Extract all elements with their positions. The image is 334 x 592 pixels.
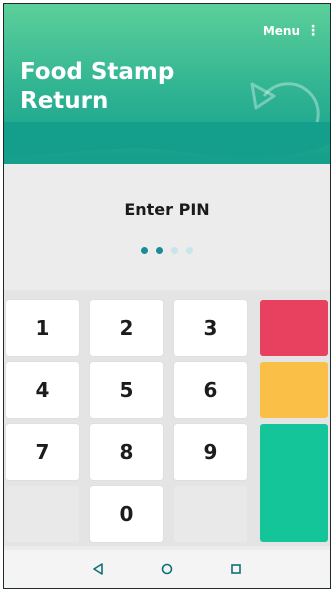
menu-button[interactable]: Menu ⋮ bbox=[263, 24, 320, 38]
title-line-1: Food Stamp bbox=[20, 59, 175, 85]
key-3[interactable]: 3 bbox=[174, 300, 247, 356]
pin-progress-dots bbox=[4, 247, 330, 254]
key-2[interactable]: 2 bbox=[90, 300, 163, 356]
back-triangle-icon[interactable] bbox=[88, 559, 108, 579]
header-wave bbox=[4, 122, 330, 158]
key-1[interactable]: 1 bbox=[6, 300, 79, 356]
pin-dot-3 bbox=[171, 247, 178, 254]
key-6[interactable]: 6 bbox=[174, 362, 247, 418]
page-title: Food Stamp Return bbox=[20, 58, 240, 116]
title-line-2: Return bbox=[20, 88, 109, 114]
key-7[interactable]: 7 bbox=[6, 424, 79, 480]
key-8[interactable]: 8 bbox=[90, 424, 163, 480]
recents-square-icon[interactable] bbox=[226, 559, 246, 579]
key-0[interactable]: 0 bbox=[90, 486, 163, 542]
pin-dot-1 bbox=[141, 247, 148, 254]
key-blank-right bbox=[174, 486, 247, 542]
android-nav-bar bbox=[4, 550, 330, 588]
enter-pin-label: Enter PIN bbox=[124, 200, 210, 219]
pin-dot-4 bbox=[186, 247, 193, 254]
clear-action-button[interactable] bbox=[260, 362, 328, 418]
cancel-action-button[interactable] bbox=[260, 300, 328, 356]
pin-dot-2 bbox=[156, 247, 163, 254]
phone-screen: Menu ⋮ Food Stamp Return Enter PIN 1 2 3… bbox=[3, 3, 331, 589]
home-circle-icon[interactable] bbox=[157, 559, 177, 579]
menu-label: Menu bbox=[262, 24, 300, 38]
more-vert-icon: ⋮ bbox=[306, 23, 320, 39]
keypad: 1 2 3 4 5 6 7 8 9 0 bbox=[4, 290, 330, 546]
key-5[interactable]: 5 bbox=[90, 362, 163, 418]
key-blank-left bbox=[6, 486, 79, 542]
key-4[interactable]: 4 bbox=[6, 362, 79, 418]
key-9[interactable]: 9 bbox=[174, 424, 247, 480]
enter-action-button[interactable] bbox=[260, 424, 328, 542]
